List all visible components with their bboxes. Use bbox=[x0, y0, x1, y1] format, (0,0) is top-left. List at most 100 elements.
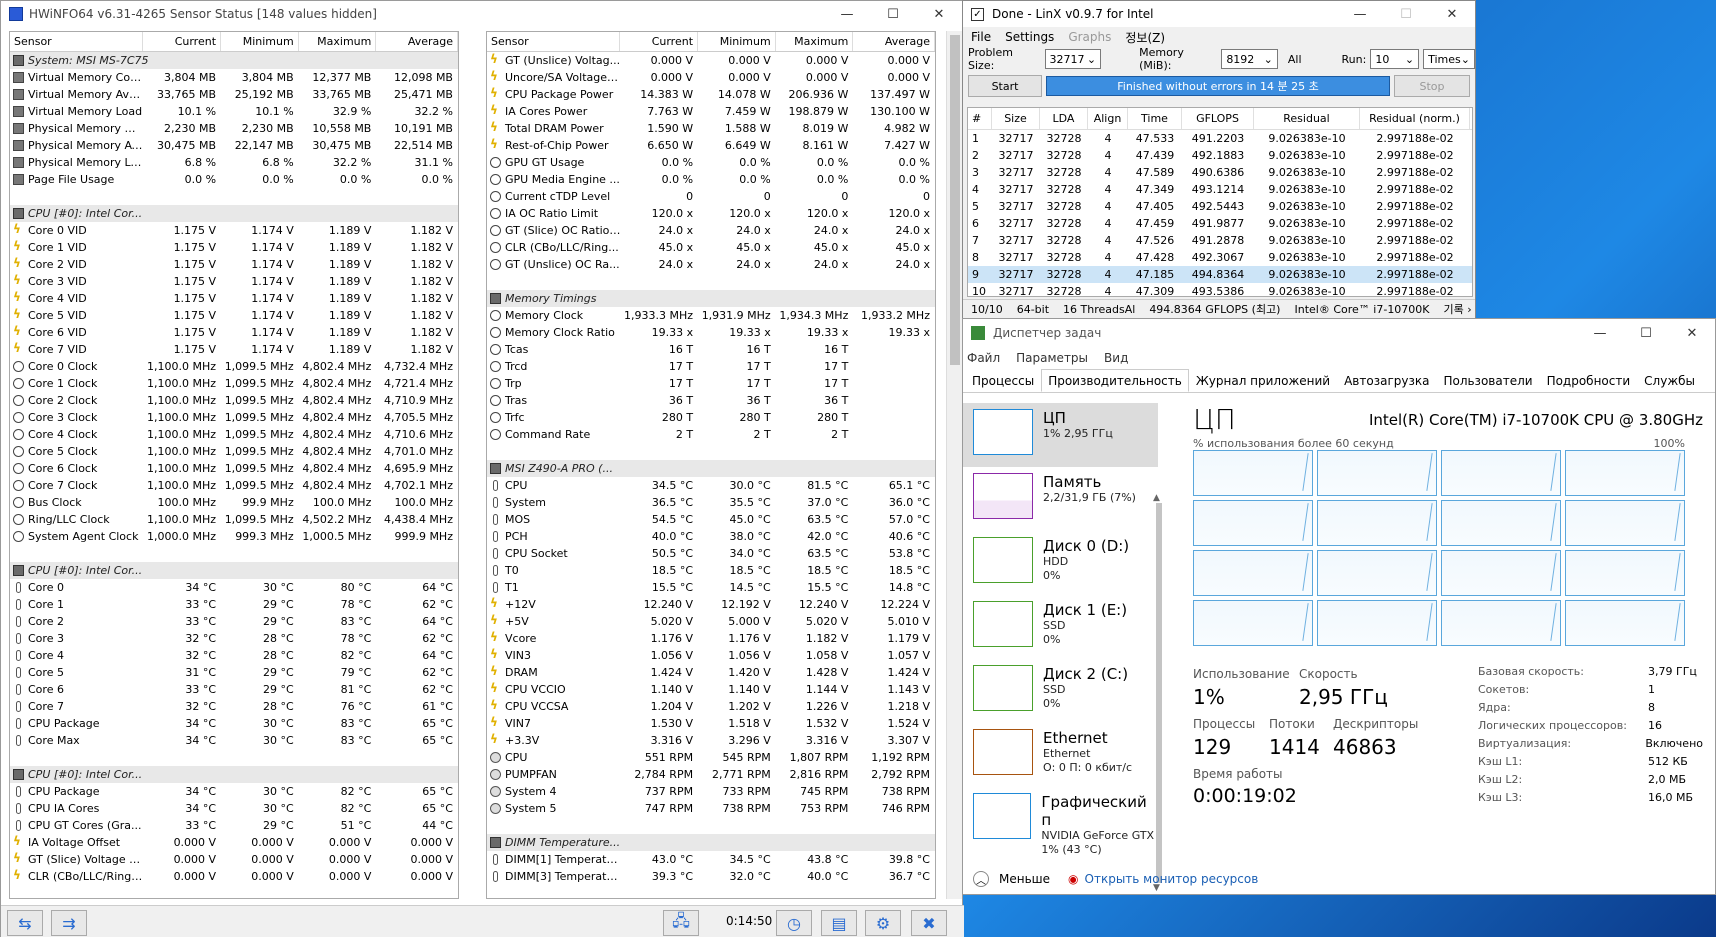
sensor-row[interactable]: Core Max 34 °C 30 °C 83 °C 65 °C bbox=[10, 732, 458, 749]
sensor-row[interactable]: CLR (CBo/LLC/Ring... 45.0 x 45.0 x 45.0 x 45… bbox=[487, 239, 935, 256]
col-size[interactable]: Size bbox=[992, 108, 1040, 129]
sensor-row[interactable]: System 36.5 °C 35.5 °C 37.0 °C 36.0 °C bbox=[487, 494, 935, 511]
sensor-group-header[interactable]: CPU [#0]: Intel Cor... bbox=[10, 205, 458, 222]
col-sensor[interactable]: Sensor bbox=[10, 32, 144, 51]
status-log[interactable]: 기록 › bbox=[1444, 301, 1472, 317]
table-row[interactable]: 4 32717 32728 4 47.349 493.1214 9.026383e-10 2.… bbox=[968, 181, 1472, 198]
col-current[interactable]: Current bbox=[620, 32, 699, 51]
maximize-button[interactable]: ☐ bbox=[870, 1, 916, 27]
vertical-scrollbar[interactable] bbox=[946, 31, 962, 899]
maximize-button[interactable]: ☐ bbox=[1623, 319, 1669, 347]
sensor-row[interactable]: ϟ CPU Package Power 14.383 W 14.078 W 206.93… bbox=[487, 86, 935, 103]
sensor-row[interactable]: ϟ Core 3 VID 1.175 V 1.174 V 1.189 V 1.182 V bbox=[10, 273, 458, 290]
sensor-row[interactable]: Physical Memory Av... 30,475 MB 22,147 MB 3… bbox=[10, 137, 458, 154]
sensor-panel-right[interactable]: Sensor Current Minimum Maximum Average ϟ… bbox=[486, 31, 936, 899]
scroll-thumb[interactable] bbox=[950, 35, 960, 365]
sensor-row[interactable]: PUMPFAN 2,784 RPM 2,771 RPM 2,816 RPM 2,792 … bbox=[487, 766, 935, 783]
tab-performance[interactable]: Производительность bbox=[1041, 369, 1189, 392]
sensor-row[interactable]: Current cTDP Level 0 0 0 0 bbox=[487, 188, 935, 205]
sensor-row[interactable]: GPU Media Engine ... 0.0 % 0.0 % 0.0 % 0.0 % bbox=[487, 171, 935, 188]
sensor-row[interactable]: CPU IA Cores 34 °C 30 °C 82 °C 65 °C bbox=[10, 800, 458, 817]
tab-users[interactable]: Пользователи bbox=[1436, 369, 1539, 392]
sensor-row[interactable]: ϟ CPU VCCSA 1.204 V 1.202 V 1.226 V 1.218 V bbox=[487, 698, 935, 715]
gear-icon[interactable]: ⚙ bbox=[865, 910, 901, 936]
stop-button[interactable]: Stop bbox=[1394, 75, 1470, 97]
problem-size-select[interactable]: 32717 ⌄ bbox=[1044, 49, 1102, 69]
network-icon[interactable]: 🖧 bbox=[663, 910, 699, 936]
perf-item[interactable]: Диск 1 (E:) SSD 0% bbox=[963, 595, 1158, 659]
minimize-button[interactable]: — bbox=[1337, 1, 1383, 27]
fewer-details-link[interactable]: Меньше bbox=[999, 872, 1050, 886]
col-minimum[interactable]: Minimum bbox=[698, 32, 776, 51]
sensor-row[interactable]: PCH 40.0 °C 38.0 °C 42.0 °C 40.6 °C bbox=[487, 528, 935, 545]
close-button[interactable]: ✕ bbox=[1669, 319, 1715, 347]
col-sensor[interactable]: Sensor bbox=[487, 32, 621, 51]
sensor-row[interactable]: Core 1 Clock 1,100.0 MHz 1,099.5 MHz 4,802.… bbox=[10, 375, 458, 392]
sensor-row[interactable]: Core 2 33 °C 29 °C 83 °C 64 °C bbox=[10, 613, 458, 630]
sensor-row[interactable]: CPU Socket 50.5 °C 34.0 °C 63.5 °C 53.8 °C bbox=[487, 545, 935, 562]
sensor-group-header[interactable]: System: MSI MS-7C75 bbox=[10, 52, 458, 69]
sensor-row[interactable]: System 5 747 RPM 738 RPM 753 RPM 746 RPM bbox=[487, 800, 935, 817]
sensor-row[interactable]: ϟ DRAM 1.424 V 1.420 V 1.428 V 1.424 V bbox=[487, 664, 935, 681]
sensor-group-header[interactable]: CPU [#0]: Intel Cor... bbox=[10, 766, 458, 783]
sensor-row[interactable]: Core 3 32 °C 28 °C 78 °C 62 °C bbox=[10, 630, 458, 647]
chevron-up-icon[interactable]: ︿ bbox=[973, 871, 989, 887]
sensor-row[interactable]: ϟ Rest-of-Chip Power 6.650 W 6.649 W 8.161 W… bbox=[487, 137, 935, 154]
tab-app-history[interactable]: Журнал приложений bbox=[1189, 369, 1337, 392]
sensor-row[interactable]: CPU 34.5 °C 30.0 °C 81.5 °C 65.1 °C bbox=[487, 477, 935, 494]
table-row[interactable]: 5 32717 32728 4 47.405 492.5443 9.026383e-10 2.… bbox=[968, 198, 1472, 215]
col-minimum[interactable]: Minimum bbox=[221, 32, 299, 51]
tab-processes[interactable]: Процессы bbox=[965, 369, 1041, 392]
sensor-row[interactable]: Virtual Memory Load 10.1 % 10.1 % 32.9 % 32.… bbox=[10, 103, 458, 120]
table-row[interactable]: 9 32717 32728 4 47.185 494.8364 9.026383e-10 2.… bbox=[968, 266, 1472, 283]
sensor-row[interactable]: ϟ Core 5 VID 1.175 V 1.174 V 1.189 V 1.182 V bbox=[10, 307, 458, 324]
menu-graphs[interactable]: Graphs bbox=[1068, 30, 1111, 44]
clock-icon[interactable]: ◷ bbox=[776, 910, 812, 936]
sensor-row[interactable]: GT (Slice) OC Ratio ... 24.0 x 24.0 x 24.0 … bbox=[487, 222, 935, 239]
col-gflops[interactable]: GFLOPS bbox=[1182, 108, 1254, 129]
sensor-row[interactable]: DIMM[3] Temperature 39.3 °C 32.0 °C 40.0 °C… bbox=[487, 868, 935, 885]
sensor-row[interactable]: Core 2 Clock 1,100.0 MHz 1,099.5 MHz 4,802.… bbox=[10, 392, 458, 409]
sensor-row[interactable]: ϟ Vcore 1.176 V 1.176 V 1.182 V 1.179 V bbox=[487, 630, 935, 647]
table-row[interactable]: 6 32717 32728 4 47.459 491.9877 9.026383e-10 2.… bbox=[968, 215, 1472, 232]
tab-startup[interactable]: Автозагрузка bbox=[1337, 369, 1436, 392]
sensor-row[interactable]: Core 4 32 °C 28 °C 82 °C 64 °C bbox=[10, 647, 458, 664]
sensor-row[interactable]: Memory Clock 1,933.3 MHz 1,931.9 MHz 1,934.… bbox=[487, 307, 935, 324]
menu-options[interactable]: Параметры bbox=[1016, 351, 1088, 365]
sensor-row[interactable]: T0 18.5 °C 18.5 °C 18.5 °C 18.5 °C bbox=[487, 562, 935, 579]
sensor-row[interactable]: Core 6 33 °C 29 °C 81 °C 62 °C bbox=[10, 681, 458, 698]
sensor-row[interactable]: ϟ CPU VCCIO 1.140 V 1.140 V 1.144 V 1.143 V bbox=[487, 681, 935, 698]
sensor-row[interactable]: Trp 17 T 17 T 17 T bbox=[487, 375, 935, 392]
sensor-row[interactable]: Virtual Memory Avai... 33,765 MB 25,192 MB… bbox=[10, 86, 458, 103]
close-button[interactable]: ✕ bbox=[1429, 1, 1475, 27]
minimize-button[interactable]: — bbox=[1577, 319, 1623, 347]
sensor-panel-left[interactable]: Sensor Current Minimum Maximum Average S… bbox=[9, 31, 459, 899]
sensor-row[interactable]: Core 7 Clock 1,100.0 MHz 1,099.5 MHz 4,802.… bbox=[10, 477, 458, 494]
sensor-row[interactable]: ϟ IA Cores Power 7.763 W 7.459 W 198.879 W 13… bbox=[487, 103, 935, 120]
col-align[interactable]: Align bbox=[1088, 108, 1128, 129]
sensor-row[interactable]: ϟ Uncore/SA Voltage ... 0.000 V 0.000 V 0.00… bbox=[487, 69, 935, 86]
sidebar-scrollbar[interactable]: ▲ ▼ bbox=[1153, 493, 1165, 927]
memory-select[interactable]: 8192 ⌄ bbox=[1221, 49, 1278, 69]
maximize-button[interactable]: ☐ bbox=[1383, 1, 1429, 27]
sensor-row[interactable]: GT (Unslice) OC Ra... 24.0 x 24.0 x 24.0 x 2… bbox=[487, 256, 935, 273]
menu-settings[interactable]: Settings bbox=[1005, 30, 1054, 44]
col-maximum[interactable]: Maximum bbox=[776, 32, 854, 51]
col-residual[interactable]: Residual bbox=[1254, 108, 1360, 129]
sensor-row[interactable]: ϟ +5V 5.020 V 5.000 V 5.020 V 5.010 V bbox=[487, 613, 935, 630]
sensor-row[interactable]: GPU GT Usage 0.0 % 0.0 % 0.0 % 0.0 % bbox=[487, 154, 935, 171]
sensor-row[interactable]: ϟ IA Voltage Offset 0.000 V 0.000 V 0.000 V 0… bbox=[10, 834, 458, 851]
sensor-row[interactable]: CPU GT Cores (Gra... 33 °C 29 °C 51 °C 44 °C bbox=[10, 817, 458, 834]
col-lda[interactable]: LDA bbox=[1040, 108, 1088, 129]
col-index[interactable]: # bbox=[968, 108, 992, 129]
start-button[interactable]: Start bbox=[968, 75, 1042, 97]
sensor-row[interactable]: ϟ VIN3 1.056 V 1.056 V 1.058 V 1.057 V bbox=[487, 647, 935, 664]
table-row[interactable]: 10 32717 32728 4 47.309 493.5386 9.026383e-10 2… bbox=[968, 283, 1472, 300]
sensor-row[interactable]: ϟ Core 4 VID 1.175 V 1.174 V 1.189 V 1.182 V bbox=[10, 290, 458, 307]
sensor-row[interactable]: Physical Memory Load 6.8 % 6.8 % 32.2 % 31.1… bbox=[10, 154, 458, 171]
sensor-row[interactable]: Virtual Memory Com... 3,804 MB 3,804 MB 12,… bbox=[10, 69, 458, 86]
sensor-row[interactable]: MOS 54.5 °C 45.0 °C 63.5 °C 57.0 °C bbox=[487, 511, 935, 528]
sensor-row[interactable]: Core 5 31 °C 29 °C 79 °C 62 °C bbox=[10, 664, 458, 681]
col-average[interactable]: Average bbox=[376, 32, 458, 51]
sensor-row[interactable]: CPU Package 34 °C 30 °C 83 °C 65 °C bbox=[10, 715, 458, 732]
